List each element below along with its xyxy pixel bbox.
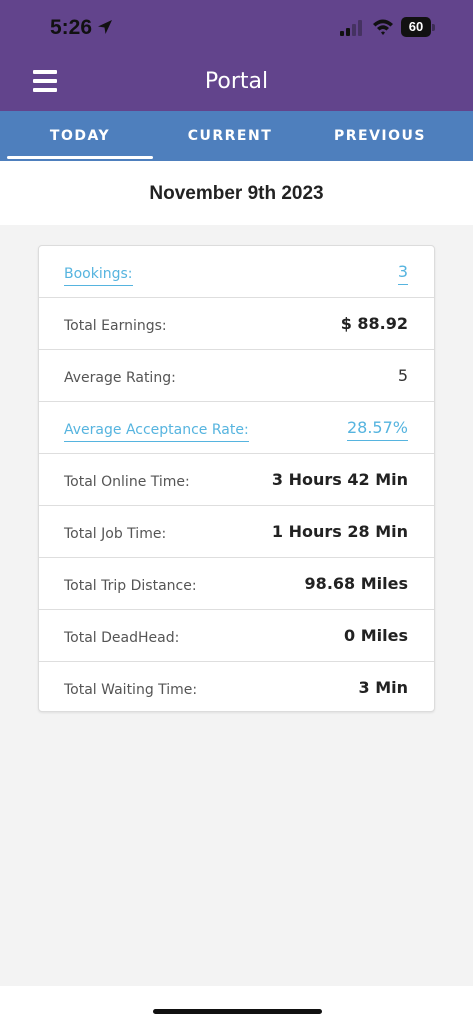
battery-level: 60 bbox=[401, 17, 431, 37]
stat-row-deadhead: Total DeadHead: 0 Miles bbox=[39, 610, 434, 662]
signal-icon bbox=[340, 20, 362, 36]
rating-label: Average Rating: bbox=[64, 370, 176, 386]
online-time-value: 3 Hours 42 Min bbox=[271, 470, 408, 489]
stat-row-earnings: Total Earnings: $ 88.92 bbox=[39, 298, 434, 350]
stat-row-bookings[interactable]: Bookings: 3 bbox=[39, 246, 434, 298]
selected-date: November 9th 2023 bbox=[0, 161, 473, 225]
stat-row-online-time: Total Online Time: 3 Hours 42 Min bbox=[39, 454, 434, 506]
deadhead-label: Total DeadHead: bbox=[64, 630, 180, 646]
deadhead-value: 0 Miles bbox=[344, 626, 408, 645]
job-time-label: Total Job Time: bbox=[64, 526, 167, 542]
page-title: Portal bbox=[204, 69, 269, 94]
tab-bar: TODAY CURRENT PREVIOUS bbox=[0, 111, 473, 161]
rating-value: 5 bbox=[397, 366, 408, 385]
waiting-time-label: Total Waiting Time: bbox=[64, 682, 198, 698]
stat-row-acceptance-rate[interactable]: Average Acceptance Rate: 28.57% bbox=[39, 402, 434, 454]
home-indicator[interactable] bbox=[153, 1009, 322, 1014]
bookings-label[interactable]: Bookings: bbox=[64, 266, 133, 286]
stat-row-job-time: Total Job Time: 1 Hours 28 Min bbox=[39, 506, 434, 558]
bottom-safe-area bbox=[0, 986, 473, 1024]
app-header: 5:26 60 Portal bbox=[0, 0, 473, 111]
bookings-value[interactable]: 3 bbox=[397, 262, 408, 285]
online-time-label: Total Online Time: bbox=[64, 474, 190, 490]
acceptance-rate-value[interactable]: 28.57% bbox=[346, 418, 408, 441]
status-time: 5:26 bbox=[50, 16, 93, 39]
acceptance-rate-label[interactable]: Average Acceptance Rate: bbox=[64, 422, 249, 442]
waiting-time-value: 3 Min bbox=[358, 678, 409, 697]
tab-current[interactable]: CURRENT bbox=[155, 111, 305, 161]
earnings-label: Total Earnings: bbox=[64, 318, 167, 334]
trip-distance-value: 98.68 Miles bbox=[304, 574, 408, 593]
wifi-icon bbox=[373, 19, 393, 35]
stat-row-trip-distance: Total Trip Distance: 98.68 Miles bbox=[39, 558, 434, 610]
selected-tab-indicator bbox=[7, 156, 153, 159]
stat-row-waiting-time: Total Waiting Time: 3 Min bbox=[39, 662, 434, 711]
trip-distance-label: Total Trip Distance: bbox=[64, 578, 197, 594]
tab-today[interactable]: TODAY bbox=[5, 111, 155, 161]
stats-card: Bookings: 3 Total Earnings: $ 88.92 Aver… bbox=[38, 245, 435, 712]
stat-row-rating: Average Rating: 5 bbox=[39, 350, 434, 402]
battery-nub bbox=[432, 24, 435, 31]
tab-previous[interactable]: PREVIOUS bbox=[305, 111, 455, 161]
earnings-value: $ 88.92 bbox=[340, 314, 408, 333]
job-time-value: 1 Hours 28 Min bbox=[271, 522, 408, 541]
location-arrow-icon bbox=[98, 20, 112, 34]
battery-icon: 60 bbox=[401, 17, 435, 37]
